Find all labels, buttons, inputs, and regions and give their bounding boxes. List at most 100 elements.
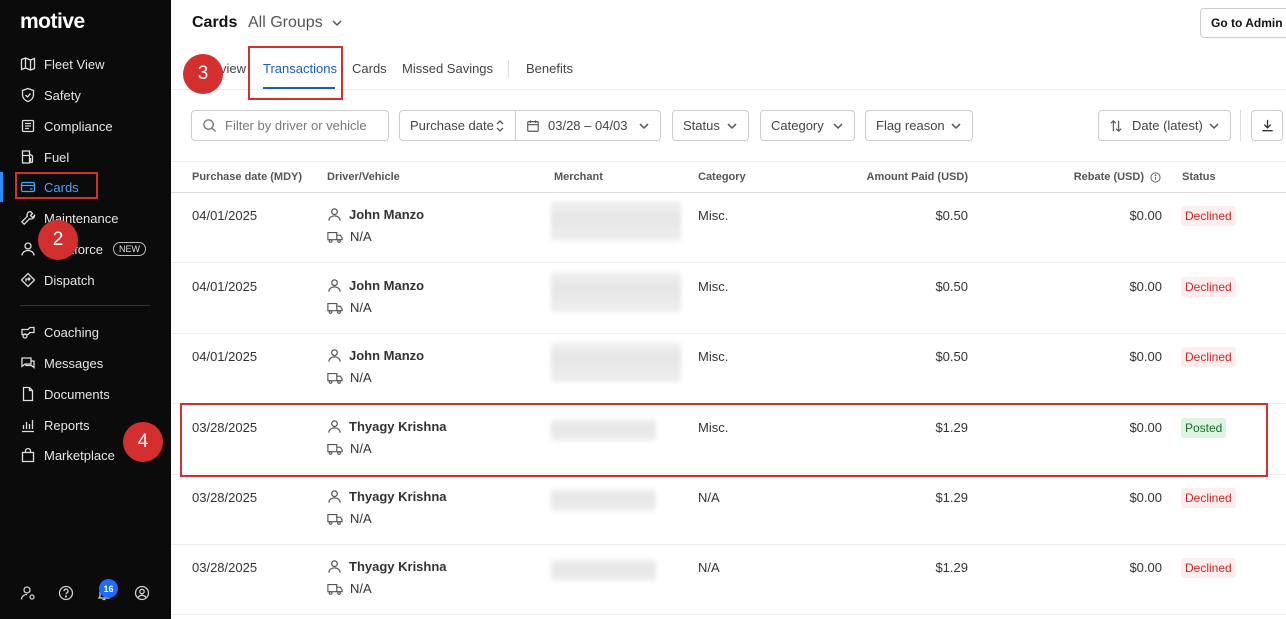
driver-name: John Manzo (349, 348, 425, 363)
row-date: 04/01/2025 (192, 208, 258, 223)
date-range-picker[interactable]: 03/28 – 04/03 (515, 110, 661, 141)
table-row[interactable]: 04/01/2025 John Manzo N/A Misc. $0.50 $0… (171, 193, 1286, 263)
column-header-category: Category (698, 171, 746, 183)
info-icon[interactable] (1150, 172, 1161, 183)
person-icon (328, 279, 341, 292)
group-selector-label: All Groups (248, 14, 323, 31)
sidebar-item-coaching[interactable]: Coaching (20, 320, 99, 344)
tab-cards[interactable]: Cards (352, 61, 387, 76)
download-button[interactable] (1251, 110, 1283, 141)
row-driver: Thyagy Krishna (327, 489, 447, 504)
sidebar-item-marketplace[interactable]: Marketplace (20, 443, 115, 467)
status-badge: Declined (1181, 347, 1236, 367)
sidebar-item-label: Messages (44, 355, 104, 371)
tab-overview[interactable]: Overview (222, 61, 246, 76)
table-row[interactable]: 03/28/2025 Thyagy Krishna N/A N/A $1.29 … (171, 545, 1286, 615)
status-badge: Declined (1181, 277, 1236, 297)
merchant-blurred (551, 201, 681, 241)
table-row[interactable]: 04/01/2025 John Manzo N/A Misc. $0.50 $0… (171, 264, 1286, 334)
clipboard-icon (21, 119, 35, 133)
row-driver: John Manzo (327, 348, 424, 363)
status-filter[interactable]: Status (672, 110, 749, 141)
row-date: 03/28/2025 (192, 490, 258, 505)
group-selector[interactable]: All Groups (248, 14, 343, 32)
account-icon[interactable] (134, 585, 150, 601)
annotation-box-posted-row (180, 403, 1268, 477)
tab-benefits[interactable]: Benefits (526, 61, 573, 76)
annotation-marker-2: 2 (38, 220, 78, 260)
merchant-blurred (551, 272, 681, 312)
driver-name: John Manzo (349, 207, 425, 222)
driver-name: John Manzo (349, 278, 425, 293)
app-window: motive Fleet View Safety Compliance Fuel… (0, 0, 1286, 619)
truck-icon (327, 372, 343, 384)
row-amount: $1.29 (935, 560, 968, 575)
person-icon (328, 208, 341, 221)
row-date: 04/01/2025 (192, 279, 258, 294)
sidebar-item-fuel[interactable]: Fuel (20, 145, 69, 169)
sidebar-item-label: Fleet View (44, 56, 105, 72)
chevron-down-icon (639, 122, 649, 129)
column-header-rebate: Rebate (USD) (1073, 171, 1144, 183)
annotation-marker-4: 4 (123, 422, 163, 462)
search-input[interactable]: Filter by driver or vehicle (191, 110, 389, 141)
column-header-merchant: Merchant (554, 171, 603, 183)
row-vehicle: N/A (327, 511, 372, 526)
table-top-border (171, 161, 1286, 162)
chevron-down-icon (332, 20, 342, 27)
reports-icon (22, 420, 34, 433)
row-driver: John Manzo (327, 207, 424, 222)
merchant-blurred (551, 559, 656, 581)
search-placeholder: Filter by driver or vehicle (225, 118, 367, 133)
chevron-down-icon (833, 122, 843, 129)
row-date: 04/01/2025 (192, 349, 258, 364)
notification-badge: 16 (99, 579, 118, 598)
download-icon (1261, 119, 1273, 132)
sidebar-item-reports[interactable]: Reports (20, 413, 90, 437)
vehicle-name: N/A (350, 300, 372, 315)
sidebar-item-dispatch[interactable]: Dispatch (20, 268, 95, 292)
sidebar-divider (20, 305, 150, 306)
help-icon[interactable] (58, 585, 74, 601)
sidebar-item-messages[interactable]: Messages (20, 351, 103, 375)
sidebar-item-label: Fuel (44, 149, 70, 165)
chevron-down-icon (727, 122, 737, 129)
sidebar-item-label: Marketplace (44, 447, 115, 463)
sidebar-item-compliance[interactable]: Compliance (20, 114, 113, 138)
tab-missed-savings[interactable]: Missed Savings (402, 61, 493, 76)
table-row[interactable]: 03/28/2025 Thyagy Krishna N/A N/A $1.29 … (171, 475, 1286, 545)
wrench-icon (20, 210, 36, 226)
vehicle-name: N/A (350, 229, 372, 244)
row-category: N/A (698, 490, 720, 505)
document-icon (22, 386, 34, 402)
date-type-select[interactable]: Purchase date (399, 110, 516, 141)
row-rebate: $0.00 (1129, 560, 1162, 575)
sidebar-item-safety[interactable]: Safety (20, 83, 81, 107)
row-rebate: $0.00 (1129, 279, 1162, 294)
annotation-box-cards (15, 172, 98, 199)
sidebar-item-documents[interactable]: Documents (20, 382, 110, 406)
table-row[interactable]: 04/01/2025 John Manzo N/A Misc. $0.50 $0… (171, 334, 1286, 404)
user-settings-icon[interactable] (20, 585, 36, 601)
column-header-driver: Driver/Vehicle (327, 171, 400, 183)
sidebar-bottom-icons (20, 585, 150, 601)
flag-reason-filter-label: Flag reason (876, 118, 945, 133)
map-icon (20, 57, 36, 71)
row-category: Misc. (698, 349, 729, 364)
column-header-date[interactable]: Purchase date (MDY) (192, 171, 302, 183)
row-rebate: $0.00 (1129, 208, 1162, 223)
sidebar-item-fleet-view[interactable]: Fleet View (20, 52, 104, 76)
flag-reason-filter[interactable]: Flag reason (865, 110, 973, 141)
status-badge: Declined (1181, 488, 1236, 508)
vehicle-name: N/A (350, 581, 372, 596)
sidebar-item-label: Reports (44, 417, 90, 433)
truck-icon (327, 302, 343, 314)
annotation-marker-3: 3 (183, 54, 223, 94)
status-badge: Declined (1181, 206, 1236, 226)
row-amount: $1.29 (935, 490, 968, 505)
sort-arrows-icon (1110, 119, 1122, 132)
category-filter[interactable]: Category (760, 110, 855, 141)
go-to-admin-button[interactable]: Go to Admin (1200, 8, 1286, 38)
vehicle-name: N/A (350, 370, 372, 385)
sort-select[interactable]: Date (latest) (1098, 110, 1231, 141)
